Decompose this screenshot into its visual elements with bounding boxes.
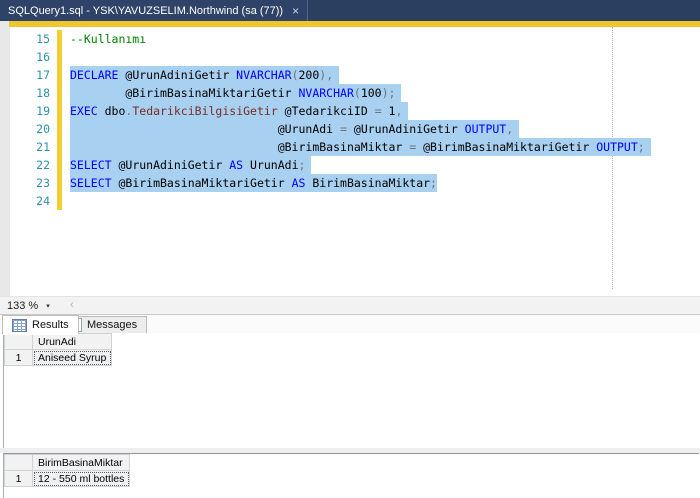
zoom-level-value: 133 % <box>7 299 39 312</box>
close-icon[interactable]: × <box>292 5 299 17</box>
results-grid: BirimBasinaMiktar 1 12 - 550 ml bottles <box>4 454 131 487</box>
grid-cell-value[interactable]: Aniseed Syrup <box>31 349 113 366</box>
code-line-16[interactable]: 16 <box>0 48 700 66</box>
sql-editor[interactable]: 15 --Kullanımı 16 17 DECLARE @UrunAdiniGetir… <box>0 27 700 296</box>
results-grid-panel-birimbasinamiktar: BirimBasinaMiktar 1 12 - 550 ml bottles <box>3 453 699 498</box>
document-tab-sqlquery1[interactable]: SQLQuery1.sql - YSK\YAVUZSELIM.Northwind… <box>0 0 309 21</box>
grid-row-header[interactable]: 1 <box>4 349 33 366</box>
code-line-18[interactable]: 18 @BirimBasinaMiktariGetir NVARCHAR(100… <box>0 84 700 102</box>
code-line-17[interactable]: 17 DECLARE @UrunAdiniGetir NVARCHAR(200), <box>0 66 700 84</box>
grid-corner-cell[interactable] <box>4 454 33 471</box>
line-number[interactable]: 22 <box>10 156 50 174</box>
line-number[interactable]: 19 <box>10 102 50 120</box>
grid-cell-value[interactable]: 12 - 550 ml bottles <box>31 470 131 487</box>
results-grid: UrunAdi 1 Aniseed Syrup <box>4 333 113 366</box>
results-tab-bar: Results Messages <box>0 314 700 335</box>
results-grid-icon <box>12 318 27 332</box>
editor-bottom-strip: 133 % ▾ ‹ <box>0 296 700 315</box>
code-text: SELECT @BirimBasinaMiktariGetir AS Birim… <box>70 174 437 192</box>
zoom-level-dropdown[interactable]: 133 % ▾ <box>3 298 54 313</box>
line-number[interactable]: 20 <box>10 120 50 138</box>
line-number[interactable]: 17 <box>10 66 50 84</box>
line-number[interactable]: 21 <box>10 138 50 156</box>
line-number[interactable]: 24 <box>10 192 50 210</box>
line-number[interactable]: 23 <box>10 174 50 192</box>
line-number[interactable]: 15 <box>10 30 50 48</box>
code-line-20[interactable]: 20 @UrunAdi = @UrunAdiniGetir OUTPUT, <box>0 120 700 138</box>
chevron-down-icon: ▾ <box>46 302 50 310</box>
tab-results[interactable]: Results <box>2 315 79 335</box>
table-row: 1 Aniseed Syrup <box>4 349 113 366</box>
code-line-24[interactable]: 24 <box>0 192 700 210</box>
tab-messages-label: Messages <box>87 319 138 331</box>
line-number[interactable]: 18 <box>10 84 50 102</box>
code-line-22[interactable]: 22 SELECT @UrunAdiniGetir AS UrunAdi; <box>0 156 700 174</box>
code-text: @BirimBasinaMiktar = @BirimBasinaMiktari… <box>70 138 651 156</box>
grid-row-header[interactable]: 1 <box>4 470 33 487</box>
document-tab-bar: SQLQuery1.sql - YSK\YAVUZSELIM.Northwind… <box>0 0 700 21</box>
table-row: 1 12 - 550 ml bottles <box>4 470 131 487</box>
code-text: DECLARE @UrunAdiniGetir NVARCHAR(200), <box>70 66 340 84</box>
code-line-23[interactable]: 23 SELECT @BirimBasinaMiktariGetir AS Bir… <box>0 174 700 192</box>
grid-column-header[interactable]: UrunAdi <box>31 333 113 350</box>
code-text: SELECT @UrunAdiniGetir AS UrunAdi; <box>70 156 312 174</box>
code-text: EXEC dbo.TedarikciBilgisiGetir @Tedarikc… <box>70 102 409 120</box>
hscroll-left-arrow-icon[interactable]: ‹ <box>70 299 74 311</box>
ssms-window: { "tab": { "title": "SQLQuery1.sql - YSK… <box>0 0 700 498</box>
code-line-19[interactable]: 19 EXEC dbo.TedarikciBilgisiGetir @Tedari… <box>0 102 700 120</box>
grid-column-header[interactable]: BirimBasinaMiktar <box>31 454 131 471</box>
code-text: @UrunAdi = @UrunAdiniGetir OUTPUT, <box>70 120 520 138</box>
tab-results-label: Results <box>32 319 69 331</box>
line-number[interactable]: 16 <box>10 48 50 66</box>
code-text: --Kullanımı <box>70 32 147 46</box>
document-tab-title: SQLQuery1.sql - YSK\YAVUZSELIM.Northwind… <box>8 4 284 17</box>
results-grid-panel-urunadi: UrunAdi 1 Aniseed Syrup <box>3 333 699 448</box>
grid-corner-cell[interactable] <box>4 333 33 350</box>
code-line-15[interactable]: 15 --Kullanımı <box>0 30 700 48</box>
code-line-21[interactable]: 21 @BirimBasinaMiktar = @BirimBasinaMikt… <box>0 138 700 156</box>
code-text: @BirimBasinaMiktariGetir NVARCHAR(100); <box>70 84 402 102</box>
